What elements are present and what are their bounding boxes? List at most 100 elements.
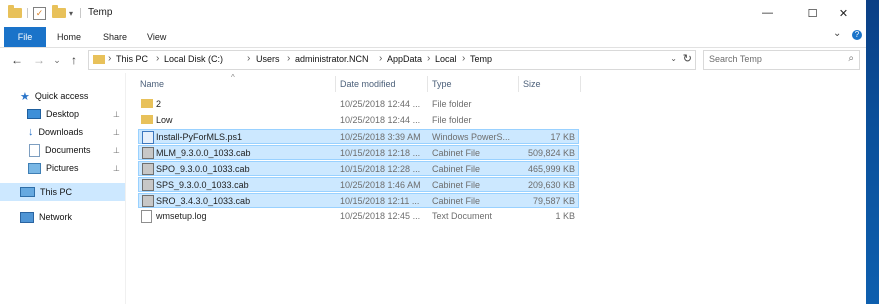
nav-item-network[interactable]: Network [0, 208, 125, 226]
folder-icon [141, 99, 153, 108]
file-date: 10/25/2018 12:44 ... [340, 99, 421, 109]
breadcrumb-users[interactable]: Users [256, 54, 280, 64]
folder-icon [93, 55, 105, 64]
table-row[interactable]: SPS_9.3.0.0_1033.cab 10/25/2018 1:46 AM … [138, 177, 579, 192]
column-divider[interactable] [427, 76, 428, 92]
chevron-right-icon: › [427, 53, 431, 64]
file-size: 79,587 KB [532, 196, 575, 206]
nav-item-label: Quick access [34, 91, 89, 101]
file-name: SPS_9.3.0.0_1033.cab [156, 180, 249, 190]
file-name: MLM_9.3.0.0_1033.cab [156, 148, 251, 158]
column-header-type[interactable]: Type [432, 79, 452, 89]
breadcrumb-appdata[interactable]: AppData [387, 54, 422, 64]
column-divider[interactable] [518, 76, 519, 92]
breadcrumb-this-pc[interactable]: This PC [116, 54, 148, 64]
nav-item-documents[interactable]: Documents ⊥ [0, 141, 125, 159]
expand-ribbon-icon[interactable]: ⌄ [833, 28, 841, 39]
computer-icon [20, 187, 35, 197]
nav-item-label: Downloads [38, 127, 84, 137]
file-date: 10/15/2018 12:11 ... [340, 196, 420, 206]
sort-ascending-icon: ^ [231, 73, 235, 82]
file-type: Windows PowerS... [432, 132, 511, 142]
cabinet-file-icon [142, 195, 154, 207]
customize-quick-access-icon[interactable]: ▾ [69, 6, 73, 20]
close-button[interactable]: ✕ [821, 0, 866, 26]
refresh-icon[interactable]: ↻ [683, 52, 692, 65]
file-type: File folder [432, 99, 472, 109]
pin-icon: ⊥ [113, 109, 120, 119]
toolbar-separator [27, 8, 28, 18]
window-title: Temp [88, 7, 113, 18]
file-date: 10/15/2018 12:18 ... [340, 148, 421, 158]
search-icon[interactable]: ⌕ [848, 53, 854, 64]
search-input[interactable]: Search Temp ⌕ [703, 50, 860, 70]
table-row[interactable]: Low 10/25/2018 12:44 ... File folder [138, 113, 579, 128]
file-name: SRO_3.4.3.0_1033.cab [156, 196, 251, 206]
star-icon: ★ [20, 90, 30, 103]
table-row[interactable]: MLM_9.3.0.0_1033.cab 10/15/2018 12:18 ..… [138, 145, 579, 160]
tab-home[interactable]: Home [57, 27, 81, 47]
chevron-right-icon: › [462, 53, 466, 64]
chevron-right-icon: › [379, 53, 383, 64]
network-icon [20, 211, 34, 223]
table-row[interactable]: wmsetup.log 10/25/2018 12:45 ... Text Do… [138, 209, 579, 224]
chevron-right-icon: › [156, 53, 160, 64]
tab-share[interactable]: Share [103, 27, 127, 47]
desktop-icon [27, 109, 41, 119]
nav-item-this-pc[interactable]: This PC [0, 183, 125, 201]
ribbon-tabs: File Home Share View ⌄ ? [0, 27, 866, 48]
forward-button[interactable]: → [31, 51, 47, 69]
nav-item-pictures[interactable]: Pictures ⊥ [0, 159, 125, 177]
file-date: 10/15/2018 12:28 ... [340, 164, 421, 174]
file-name: Install-PyForMLS.ps1 [156, 132, 243, 142]
file-date: 10/25/2018 12:44 ... [340, 115, 421, 125]
minimize-button[interactable]: — [745, 0, 790, 26]
help-icon[interactable]: ? [852, 30, 862, 40]
explorer-window: ✓ ▾ Temp — ☐ ✕ File Home Share View ⌄ ? … [0, 0, 866, 304]
pin-icon: ⊥ [113, 163, 120, 173]
powershell-script-icon [142, 131, 154, 144]
column-header-name[interactable]: Name [140, 79, 164, 89]
table-row[interactable]: SRO_3.4.3.0_1033.cab 10/15/2018 12:11 ..… [138, 193, 579, 208]
nav-item-label: Desktop [46, 109, 80, 119]
file-type: Text Document [432, 211, 493, 221]
table-row[interactable]: Install-PyForMLS.ps1 10/25/2018 3:39 AM … [138, 129, 579, 144]
table-row[interactable]: 2 10/25/2018 12:44 ... File folder [138, 97, 579, 112]
properties-icon[interactable]: ✓ [33, 6, 46, 20]
new-folder-icon[interactable] [52, 5, 66, 20]
table-row[interactable]: SPO_9.3.0.0_1033.cab 10/15/2018 12:28 ..… [138, 161, 579, 176]
pin-icon: ⊥ [113, 145, 120, 155]
breadcrumb-local-disk[interactable]: Local Disk (C:) [164, 54, 223, 64]
address-history-icon[interactable]: ⌄ [670, 54, 677, 63]
tab-view[interactable]: View [147, 27, 166, 47]
pin-icon: ⊥ [113, 127, 120, 137]
file-size: 509,824 KB [527, 148, 575, 158]
column-header-size[interactable]: Size [523, 79, 541, 89]
nav-item-desktop[interactable]: Desktop ⊥ [0, 105, 125, 123]
file-name: wmsetup.log [156, 211, 207, 221]
file-list: ^ Name Date modified Type Size 2 10/25/2… [126, 73, 866, 304]
breadcrumb-temp[interactable]: Temp [470, 54, 492, 64]
file-type: File folder [432, 115, 472, 125]
breadcrumb-administrator[interactable]: administrator.NCN [295, 54, 369, 64]
folder-icon [8, 5, 22, 20]
file-type: Cabinet File [432, 164, 481, 174]
nav-item-downloads[interactable]: ↓ Downloads ⊥ [0, 123, 125, 141]
file-date: 10/25/2018 12:45 ... [340, 211, 421, 221]
column-divider[interactable] [580, 76, 581, 92]
column-header-date-modified[interactable]: Date modified [340, 79, 396, 89]
file-date: 10/25/2018 1:46 AM [340, 180, 421, 190]
tab-file[interactable]: File [4, 27, 46, 47]
text-document-icon [141, 210, 152, 223]
column-divider[interactable] [335, 76, 336, 92]
breadcrumb-local[interactable]: Local [435, 54, 457, 64]
up-button[interactable]: ↑ [66, 51, 82, 69]
nav-item-quick-access[interactable]: ★ Quick access [0, 87, 125, 105]
back-button[interactable]: ← [9, 51, 25, 69]
desktop-background [866, 0, 879, 304]
nav-item-label: Pictures [46, 163, 79, 173]
file-size: 1 KB [555, 211, 575, 221]
nav-item-label: Network [39, 212, 73, 222]
recent-locations-button[interactable]: ⌄ [49, 51, 65, 69]
address-bar[interactable]: › This PC › Local Disk (C:) › Users › ad… [88, 50, 696, 70]
